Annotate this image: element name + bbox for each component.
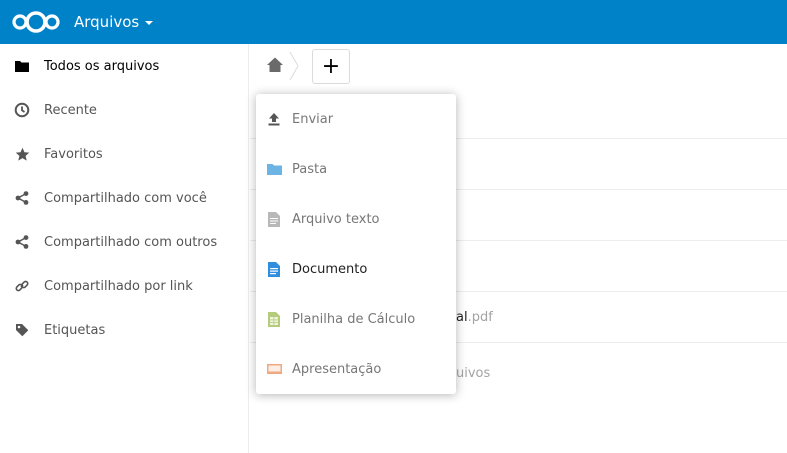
menu-item-label: Enviar [292, 111, 334, 127]
upload-icon [266, 111, 282, 127]
file-name[interactable]: al.pdf [456, 310, 493, 325]
sidebar-item-shared-with-others[interactable]: Compartilhado com outros [0, 220, 249, 264]
tag-icon [14, 322, 30, 338]
sidebar-item-label: Recente [44, 102, 97, 118]
top-header: Arquivos [0, 0, 787, 44]
clock-icon [14, 102, 30, 118]
file-summary: uivos [456, 366, 491, 381]
new-file-menu: Enviar Pasta Arquivo texto Documento Pla… [256, 94, 456, 394]
file-extension: .pdf [467, 310, 493, 325]
app-menu[interactable]: Arquivos [74, 0, 154, 44]
menu-item-document[interactable]: Documento [256, 244, 456, 294]
menu-item-spreadsheet[interactable]: Planilha de Cálculo [256, 294, 456, 344]
sidebar-item-shared-by-link[interactable]: Compartilhado por link [0, 264, 249, 308]
share-icon [14, 234, 30, 250]
menu-item-label: Apresentação [292, 361, 382, 377]
presentation-icon [266, 361, 282, 377]
menu-item-label: Arquivo texto [292, 211, 380, 227]
menu-item-folder[interactable]: Pasta [256, 144, 456, 194]
home-icon[interactable] [266, 56, 284, 74]
spreadsheet-icon [266, 311, 282, 327]
plus-icon: + [321, 53, 341, 79]
sidebar-item-recent[interactable]: Recente [0, 88, 249, 132]
sidebar-item-label: Etiquetas [44, 322, 106, 338]
sidebar: Todos os arquivos Recente Favoritos Comp… [0, 44, 249, 453]
breadcrumb-separator [289, 52, 299, 80]
menu-item-presentation[interactable]: Apresentação [256, 344, 456, 394]
sidebar-item-shared-with-you[interactable]: Compartilhado com você [0, 176, 249, 220]
text-file-icon [266, 211, 282, 227]
folder-icon [266, 161, 282, 177]
sidebar-item-label: Compartilhado com você [44, 190, 207, 206]
document-icon [266, 261, 282, 277]
menu-item-upload[interactable]: Enviar [256, 94, 456, 144]
sidebar-item-label: Todos os arquivos [44, 58, 160, 74]
menu-item-label: Planilha de Cálculo [292, 311, 416, 327]
share-icon [14, 190, 30, 206]
sidebar-item-tags[interactable]: Etiquetas [0, 308, 249, 352]
menu-item-text-file[interactable]: Arquivo texto [256, 194, 456, 244]
sidebar-item-label: Compartilhado por link [44, 278, 193, 294]
folder-icon [14, 58, 30, 74]
menu-item-label: Pasta [292, 161, 328, 177]
sidebar-item-label: Compartilhado com outros [44, 234, 218, 250]
link-icon [14, 278, 30, 294]
sidebar-item-label: Favoritos [44, 146, 103, 162]
star-icon [14, 146, 30, 162]
app-title: Arquivos [74, 13, 140, 31]
sidebar-item-favorites[interactable]: Favoritos [0, 132, 249, 176]
sidebar-item-all-files[interactable]: Todos os arquivos [0, 44, 249, 88]
menu-item-label: Documento [292, 261, 368, 277]
caret-down-icon [145, 21, 154, 25]
file-name-base: al [456, 310, 468, 325]
new-button[interactable]: + [312, 49, 350, 84]
nextcloud-logo-icon[interactable] [10, 10, 62, 34]
